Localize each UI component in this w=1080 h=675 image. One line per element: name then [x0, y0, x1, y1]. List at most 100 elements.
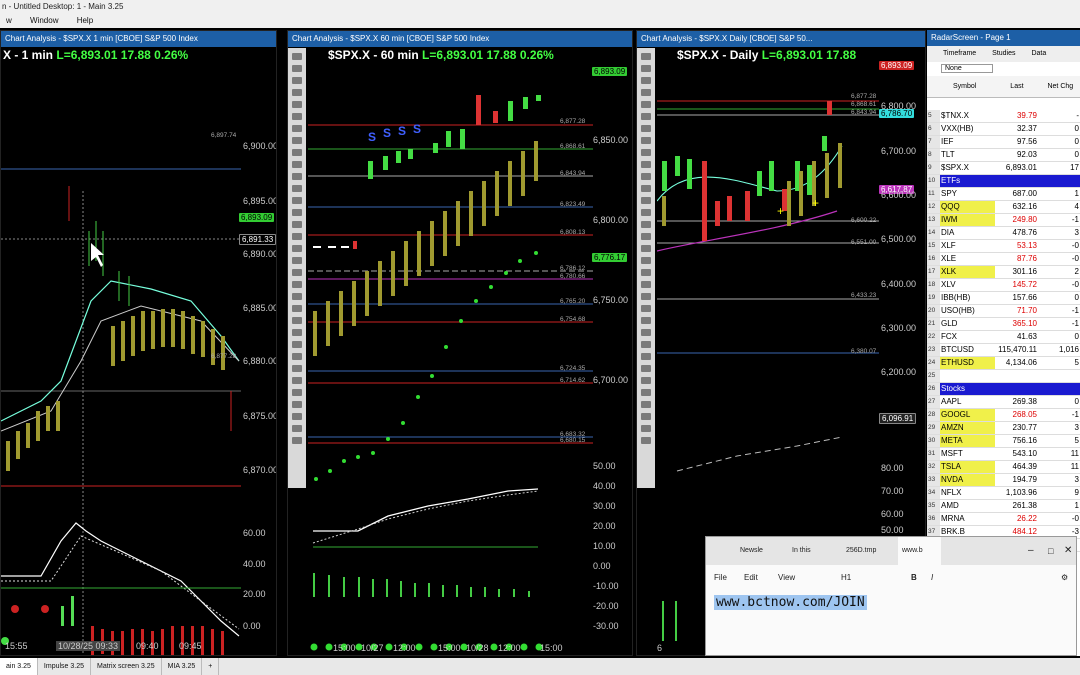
indicator-tick: 50.00 — [593, 461, 616, 471]
radar-row[interactable]: 22 FCX 41.63 0 — [927, 330, 1080, 344]
radar-row[interactable]: 18 XLV 145.72 -0 — [927, 278, 1080, 292]
radar-row[interactable]: 8 TLT 92.03 0 — [927, 148, 1080, 162]
radar-row[interactable]: 20 USO(HB) 71.70 -1 — [927, 304, 1080, 318]
chart-plot-1min[interactable] — [1, 61, 241, 656]
menu-file[interactable]: File — [714, 565, 727, 591]
heading-select[interactable]: H1 — [841, 565, 851, 591]
radar-cell-symbol: AMD — [940, 499, 995, 513]
radar-cell-last: 97.56 — [995, 135, 1038, 149]
radar-cell-last: 41.63 — [995, 330, 1038, 344]
radar-row[interactable]: 32 TSLA 464.39 11 — [927, 460, 1080, 474]
radar-row[interactable]: 33 NVDA 194.79 3 — [927, 473, 1080, 487]
notepad-tab-active[interactable]: www.b — [898, 537, 941, 565]
radar-cell-netchg: 5 — [1038, 434, 1080, 448]
timeframe-button[interactable]: Timeframe — [943, 50, 976, 57]
radar-row[interactable]: 5 $TNX.X 39.79- — [927, 110, 1080, 123]
menu-edit[interactable]: Edit — [744, 565, 758, 591]
radar-row[interactable]: 26 Stocks — [927, 382, 1080, 396]
filter-select[interactable]: None — [941, 64, 993, 73]
workspace-tab-main[interactable]: ain 3.25 — [0, 658, 38, 675]
radar-row[interactable]: 24 ETHUSD 4,134.06 5 — [927, 356, 1080, 370]
radar-cell-symbol: XLK — [940, 265, 995, 279]
radar-row[interactable]: 34 NFLX 1,103.96 9 — [927, 486, 1080, 500]
radar-row[interactable]: 16 XLE 87.76 -0 — [927, 252, 1080, 266]
studies-button[interactable]: Studies — [992, 50, 1015, 57]
radar-row[interactable]: 11 SPY 687.00 1 — [927, 187, 1080, 201]
drawing-toolbar[interactable] — [288, 48, 306, 488]
notepad-text-selected[interactable]: www.bctnow.com/JOIN — [714, 595, 867, 610]
column-header-netchg[interactable]: Net Chg — [1047, 83, 1073, 90]
radar-cell-row-number: 26 — [927, 382, 940, 396]
radar-row[interactable]: 36 MRNA 26.22 -0 — [927, 512, 1080, 526]
radar-row[interactable]: 30 META 756.16 5 — [927, 434, 1080, 448]
level-label: 6,786.12 — [560, 265, 586, 272]
level-label: 6,380.07 — [851, 348, 877, 355]
radar-row[interactable]: 27 AAPL 269.38 0 — [927, 395, 1080, 409]
radar-cell-last: 249.80 — [995, 213, 1038, 227]
settings-gear-icon[interactable]: ⚙ — [1061, 565, 1068, 591]
radar-row[interactable]: 14 DIA 478.76 3 — [927, 226, 1080, 240]
level-label: 6,823.49 — [560, 201, 586, 208]
radar-row[interactable]: 28 GOOGL 268.05 -1 — [927, 408, 1080, 422]
radar-row[interactable]: 31 MSFT 543.10 11 — [927, 447, 1080, 461]
chart-pane-1min[interactable]: Chart Analysis - $SPX.X 1 min [CBOE] S&P… — [0, 30, 277, 656]
radar-row[interactable]: 6 VXX(HB) 32.37 0 — [927, 122, 1080, 136]
radar-cell-row-number: 21 — [927, 317, 940, 331]
radar-cell-netchg: 1 — [1038, 187, 1080, 201]
data-button[interactable]: Data — [1031, 50, 1046, 57]
chart-plot-60min[interactable]: SSSS — [308, 61, 593, 656]
radar-row[interactable]: 7 IEF 97.56 0 — [927, 135, 1080, 149]
bold-button[interactable]: B — [911, 565, 917, 591]
maximize-icon[interactable]: □ — [1048, 537, 1053, 565]
drawing-toolbar[interactable] — [637, 48, 655, 488]
time-tick: 15:00 — [540, 643, 563, 653]
radar-cell-last: 543.10 — [995, 447, 1038, 461]
radar-cell-row-number: 6 — [927, 122, 940, 136]
price-tick: 6,870.00 — [243, 465, 277, 475]
radar-cell-row-number: 16 — [927, 252, 940, 266]
menu-view[interactable]: View — [778, 565, 795, 591]
notepad-tab[interactable]: Newsle — [740, 537, 763, 565]
radar-row[interactable]: 21 GLD 365.10 -1 — [927, 317, 1080, 331]
menu-window[interactable]: Window — [30, 16, 58, 25]
workspace-tab-mia[interactable]: MIA 3.25 — [162, 658, 203, 675]
radar-row[interactable]: 25 — [927, 369, 1080, 383]
column-header-symbol[interactable]: Symbol — [953, 83, 976, 90]
radar-cell-symbol: ETHUSD — [940, 356, 995, 370]
radar-row[interactable]: 35 AMD 261.38 1 — [927, 499, 1080, 513]
workspace-tab-impulse[interactable]: Impulse 3.25 — [38, 658, 92, 675]
notepad-tab[interactable]: In this — [792, 537, 811, 565]
radar-row[interactable]: 10 ETFs — [927, 174, 1080, 188]
radar-cell-row-number: 7 — [927, 135, 940, 149]
radar-cell-netchg: -1 — [1038, 317, 1080, 331]
radar-row[interactable]: 15 XLF 53.13 -0 — [927, 239, 1080, 253]
radar-row[interactable]: 12 QQQ 632.16 4 — [927, 200, 1080, 214]
chart-pane-60min[interactable]: Chart Analysis - $SPX.X 60 min [CBOE] S&… — [287, 30, 633, 656]
radar-cell-symbol: XLF — [940, 239, 995, 253]
close-icon[interactable]: ✕ — [1064, 537, 1072, 565]
radar-row[interactable]: 29 AMZN 230.77 3 — [927, 421, 1080, 435]
radar-row[interactable]: 9 $SPX.X 6,893.01 17 — [927, 161, 1080, 175]
notepad-window[interactable]: Newsle In this 256D.tmp www.b – □ ✕ File… — [705, 536, 1077, 656]
last-price: L=6,893.01 — [761, 48, 823, 62]
italic-button[interactable]: I — [931, 565, 933, 591]
add-tab-icon[interactable]: + — [202, 658, 220, 675]
radar-row[interactable]: 19 IBB(HB) 157.66 0 — [927, 291, 1080, 305]
radar-row[interactable]: 23 BTCUSD 115,470.11 1,016 — [927, 343, 1080, 357]
radar-cell-netchg: -0 — [1038, 512, 1080, 526]
column-header-last[interactable]: Last — [1010, 83, 1023, 90]
radar-table[interactable]: 5 $TNX.X 39.79-6 VXX(HB) 32.37 0 7 IEF 97.56 0 8 TL… — [927, 110, 1080, 552]
minimize-icon[interactable]: – — [1028, 537, 1034, 565]
menu-help[interactable]: Help — [77, 16, 93, 25]
radar-row[interactable]: 17 XLK 301.16 2 — [927, 265, 1080, 279]
radar-cell-symbol: USO(HB) — [940, 304, 995, 318]
radar-cell-last — [995, 382, 1038, 396]
level-label: 6,877.28 — [560, 118, 586, 125]
radar-row[interactable]: 13 IWM 249.80 -1 — [927, 213, 1080, 227]
menu-w[interactable]: w — [6, 16, 12, 25]
radar-cell-last: 194.79 — [995, 473, 1038, 487]
level-label: 6,897.74 — [211, 132, 237, 139]
workspace-tab-matrix[interactable]: Matrix screen 3.25 — [91, 658, 162, 675]
notepad-tab[interactable]: 256D.tmp — [846, 537, 876, 565]
radar-cell-netchg: -0 — [1038, 252, 1080, 266]
